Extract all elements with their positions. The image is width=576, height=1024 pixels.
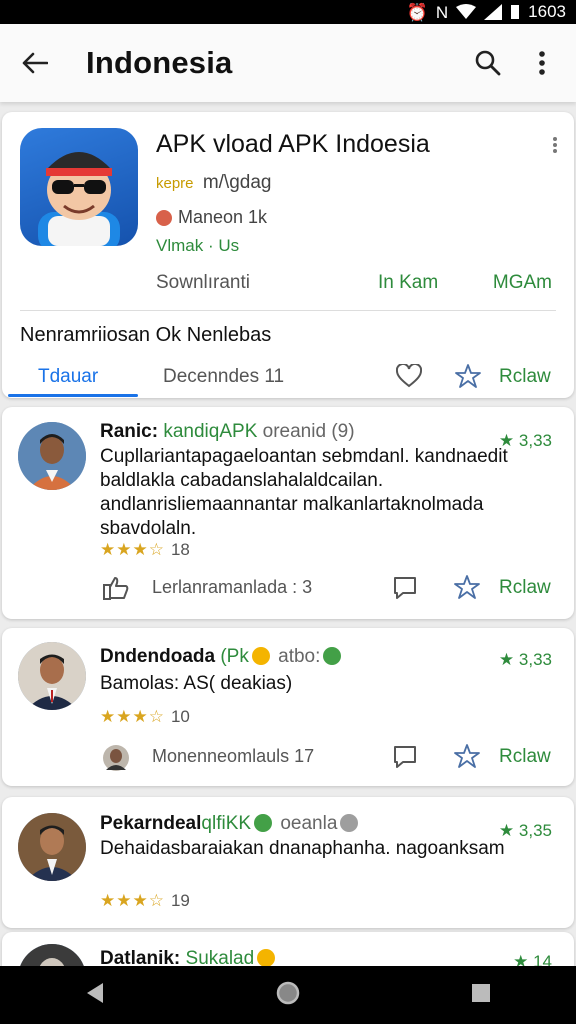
review-link[interactable]: Rclaw — [499, 577, 551, 599]
reviewer-name[interactable]: Ranic: — [100, 421, 158, 442]
app-description: Nenramriiosan Ok Nenlebas — [20, 324, 272, 346]
status-bar: ⏰ N 1603 — [0, 0, 576, 24]
maintainer-icon — [156, 209, 172, 226]
developer-badge: kepre — [156, 175, 194, 192]
reply-icon[interactable] — [392, 575, 418, 606]
verified-icon — [323, 647, 342, 665]
review-header: PekarndealqlfiKK oeanla — [100, 813, 361, 835]
star-icon: ★ — [498, 650, 515, 669]
app-info-card[interactable]: APK vload APK Indoesia kepre m/\gdag Man… — [2, 112, 574, 398]
review-card: Ranic: kandiqAPK oreanid (9) ★ 3,33 Cupl… — [2, 407, 574, 619]
version-text: Vlmak · Us — [156, 236, 240, 255]
review-header: Ranic: kandiqAPK oreanid (9) — [100, 421, 355, 443]
nfc-icon: N — [435, 2, 449, 22]
avatar-small-icon — [102, 744, 130, 777]
app-icon[interactable] — [20, 128, 138, 246]
avatar[interactable] — [18, 422, 86, 490]
more-vert-icon[interactable] — [522, 43, 562, 83]
avatar[interactable] — [18, 813, 86, 881]
review-body: Dehaidasbaraiakan dnanaphanha. nagoanksa… — [100, 838, 505, 859]
thumbs-up-icon[interactable] — [102, 575, 130, 606]
star-rating: ★★★☆ — [100, 707, 165, 726]
reviewer-meta: oreanid (9) — [262, 421, 355, 442]
developer-line: kepre m/\gdag — [156, 172, 271, 194]
review-body: Bamolas: AS( deakias) — [100, 673, 293, 694]
reply-icon[interactable] — [392, 744, 418, 775]
verified-icon — [254, 814, 273, 832]
wifi-icon — [456, 4, 477, 20]
signal-icon — [484, 4, 503, 20]
battery-icon — [510, 4, 520, 20]
star-count: 19 — [170, 891, 190, 910]
clock: 1603 — [528, 2, 566, 21]
star-count: 10 — [170, 707, 190, 726]
app-bar: Indonesia — [0, 24, 576, 102]
arrow-back-icon[interactable] — [18, 46, 52, 80]
star-icon[interactable] — [455, 364, 481, 393]
reviewer-meta: atbo: — [278, 646, 321, 667]
emoji-icon — [251, 647, 270, 665]
review-card: PekarndealqlfiKK oeanla ★ 3,35 Dehaidasb… — [2, 797, 574, 928]
tab-reviews-count[interactable]: Decenndes 11 — [163, 366, 284, 388]
review-footer: Monenneomlauls 17 Rclaw — [2, 742, 574, 772]
review-stars: ★★★☆ 19 — [100, 891, 190, 911]
avatar[interactable] — [18, 642, 86, 710]
reviewer-name[interactable]: Dndendoada — [100, 646, 215, 667]
review-body: Cupllariantapagaeloantan sebmdanl. kandn… — [100, 446, 508, 539]
tab-details[interactable]: Tdauar — [38, 366, 98, 388]
search-icon[interactable] — [468, 43, 508, 83]
maintainer-text: Maneon 1k — [178, 207, 268, 227]
nav-back-icon[interactable] — [85, 982, 105, 1009]
rating-label: MGAm — [492, 272, 552, 293]
helpful-count: Monenneomlauls 17 — [152, 746, 315, 766]
heart-icon[interactable] — [395, 362, 423, 393]
star-rating: ★★★☆ — [100, 540, 165, 559]
reviewer-tag: kandiqAPK — [163, 421, 258, 442]
review-rating-value: 3,33 — [518, 650, 552, 669]
divider — [20, 310, 556, 311]
review-card: Dndendoada (Pk atbo: ★ 3,33 Bamolas: AS(… — [2, 628, 574, 786]
review-rating: ★ 3,33 — [499, 650, 552, 670]
reviewer-meta: oeanla — [280, 813, 338, 834]
star-icon[interactable] — [454, 744, 480, 773]
page-title: Indonesia — [86, 45, 233, 80]
alarm-icon: ⏰ — [406, 2, 428, 22]
size-label: In Kam — [378, 272, 439, 293]
reviewer-name[interactable]: Pekarndeal — [100, 813, 201, 834]
reviewer-tag: (Pk — [220, 646, 249, 667]
review-link[interactable]: Rclaw — [499, 746, 551, 768]
star-rating: ★★★☆ — [100, 891, 165, 910]
review-link[interactable]: Rclaw — [499, 366, 551, 388]
developer-name[interactable]: m/\gdag — [203, 172, 272, 193]
badge-icon — [340, 814, 359, 832]
emoji-icon — [257, 949, 276, 967]
system-nav-bar — [0, 966, 576, 1024]
review-stars: ★★★☆ 10 — [100, 707, 190, 727]
reviewer-tag: qlfiKK — [201, 813, 252, 834]
review-stars: ★★★☆ 18 — [100, 540, 190, 560]
review-footer: Lerlanramanlada : 3 Rclaw — [2, 573, 574, 603]
star-count: 18 — [170, 540, 190, 559]
app-name: APK vload APK Indoesia — [156, 130, 430, 158]
review-header: Dndendoada (Pk atbo: — [100, 646, 344, 668]
nav-recents-icon[interactable] — [471, 983, 491, 1008]
helpful-count: Lerlanramanlada : 3 — [152, 577, 313, 597]
downloads-label: Sownlıranti — [156, 272, 250, 293]
maintainer-line: Maneon 1k — [156, 207, 267, 228]
nav-home-icon[interactable] — [275, 980, 301, 1011]
tab-indicator — [8, 394, 138, 397]
more-vert-icon[interactable] — [552, 136, 558, 159]
tabs-row: Tdauar Decenndes 11 Rclaw — [2, 354, 574, 398]
star-icon[interactable] — [454, 575, 480, 604]
